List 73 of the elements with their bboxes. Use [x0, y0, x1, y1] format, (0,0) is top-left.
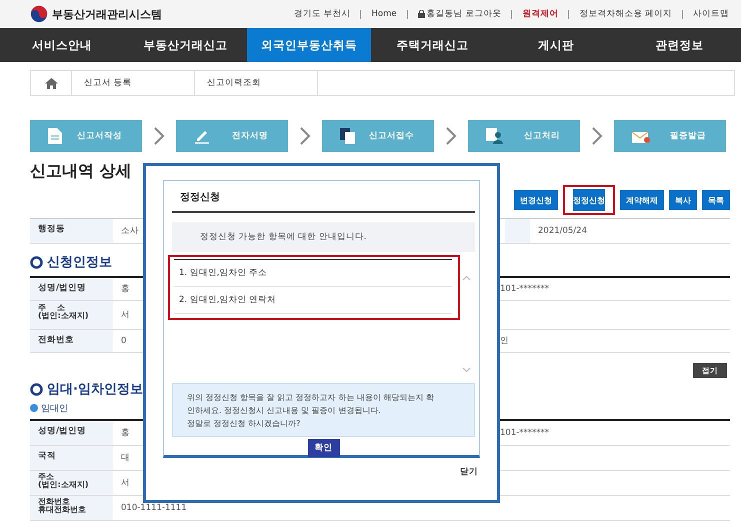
table-cell: 010-1111-1111	[121, 503, 187, 513]
nav-tab[interactable]: 외국인부동산취득	[247, 28, 370, 62]
action-button[interactable]: 정정신청	[563, 185, 615, 215]
section-title: 임대·임차인정보	[47, 381, 143, 398]
page-title: 신고내역 상세	[30, 160, 133, 182]
table-cell: 서	[121, 309, 130, 321]
ring-icon	[30, 256, 43, 268]
table-label: 행정동	[30, 219, 113, 243]
subsection-title: 임대인	[41, 402, 68, 414]
header-link[interactable]: Home	[371, 9, 397, 19]
table-label: 성명/법인명	[30, 421, 113, 445]
table-cell: 2021/05/24	[538, 226, 587, 236]
dot-icon	[30, 404, 38, 412]
chevron-right-icon	[299, 126, 311, 146]
document-icon	[48, 128, 62, 144]
ring-icon	[30, 382, 43, 396]
step-label: 전자서명	[232, 130, 268, 142]
chevron-right-icon	[591, 126, 603, 146]
table-label: 성명/법인명	[30, 278, 113, 300]
step-label: 신고서작성	[77, 130, 122, 142]
table-label: 국적	[30, 446, 113, 470]
table-cell: 소사	[121, 225, 139, 237]
lock-icon	[418, 10, 425, 18]
table-cell: 홍	[121, 283, 130, 295]
table-label: 전화번호 휴대전화번호	[30, 496, 113, 520]
action-button[interactable]: 복사	[669, 190, 697, 210]
site-logo[interactable]: 부동산거래관리시스템	[52, 6, 162, 22]
step-label: 필증발급	[670, 130, 706, 142]
nav-tab[interactable]: 게시판	[494, 28, 618, 62]
notice-text: 위의 정정신청 항목을 잘 읽고 정정하고자 하는 내용이 해당되는지 확 인하세요. 정정신청시 신고내용 및 필증이 변경됩니다. 정말로 정정신청 하시겠습니까?	[172, 383, 475, 438]
table-cell: 서	[121, 477, 130, 489]
pen-icon	[194, 128, 210, 144]
dialog-title: 정정신청	[172, 181, 475, 213]
header-link[interactable]: 원격제어	[522, 8, 558, 20]
nav-tab[interactable]: 관련정보	[618, 28, 741, 62]
breadcrumb-tab[interactable]: 신고서 등록	[72, 71, 195, 95]
table-cell: 인	[500, 335, 509, 347]
table-cell: 홍	[121, 427, 130, 439]
chevron-right-icon	[153, 126, 165, 146]
scroll-up-icon[interactable]	[462, 275, 471, 281]
table-cell: 101-*******	[500, 284, 550, 294]
person-card-icon	[486, 128, 504, 144]
table-label: 주소 (법인:소재지)	[30, 471, 113, 495]
nav-tab[interactable]: 서비스안내	[0, 28, 124, 62]
step-label: 신고서접수	[369, 130, 414, 142]
header-link[interactable]: 정보격차해소용 페이지	[579, 8, 672, 20]
header-link[interactable]: 사이트맵	[693, 8, 729, 20]
step-label: 신고처리	[524, 130, 560, 142]
header-link[interactable]: 홍길동님 로그아웃	[418, 8, 502, 20]
header-link[interactable]: 경기도 부천시	[294, 8, 350, 20]
nav-tab[interactable]: 부동산거래신고	[124, 28, 247, 62]
table-cell: 101-*******	[500, 428, 550, 438]
scroll-down-icon[interactable]	[462, 367, 471, 373]
copies-icon	[340, 128, 356, 144]
breadcrumb-tab[interactable]: 신고이력조회	[195, 71, 318, 95]
intro-text: 정정신청 가능한 항목에 대한 안내입니다.	[172, 222, 475, 252]
table-label: 전화번호	[30, 330, 113, 352]
action-button[interactable]: 변경신청	[514, 190, 558, 210]
list-item: 1. 임대인,임차인 주소	[174, 259, 452, 287]
emblem-icon	[30, 5, 48, 23]
confirm-button[interactable]: 확인	[308, 439, 340, 458]
table-label: 주 소 (법인:소재지)	[30, 301, 113, 329]
table-label-cell	[505, 219, 530, 243]
table-cell: 0	[121, 336, 126, 346]
nav-tab[interactable]: 주택거래신고	[370, 28, 494, 62]
action-button[interactable]: 계약해제	[620, 190, 664, 210]
section-title: 신청인정보	[47, 254, 112, 271]
action-button[interactable]: 목록	[702, 190, 730, 210]
close-link[interactable]: 닫기	[460, 466, 478, 478]
table-cell: 대	[121, 452, 130, 464]
list-item: 2. 임대인,임차인 연락처	[174, 287, 452, 314]
home-icon	[44, 78, 58, 88]
chevron-right-icon	[445, 126, 457, 146]
